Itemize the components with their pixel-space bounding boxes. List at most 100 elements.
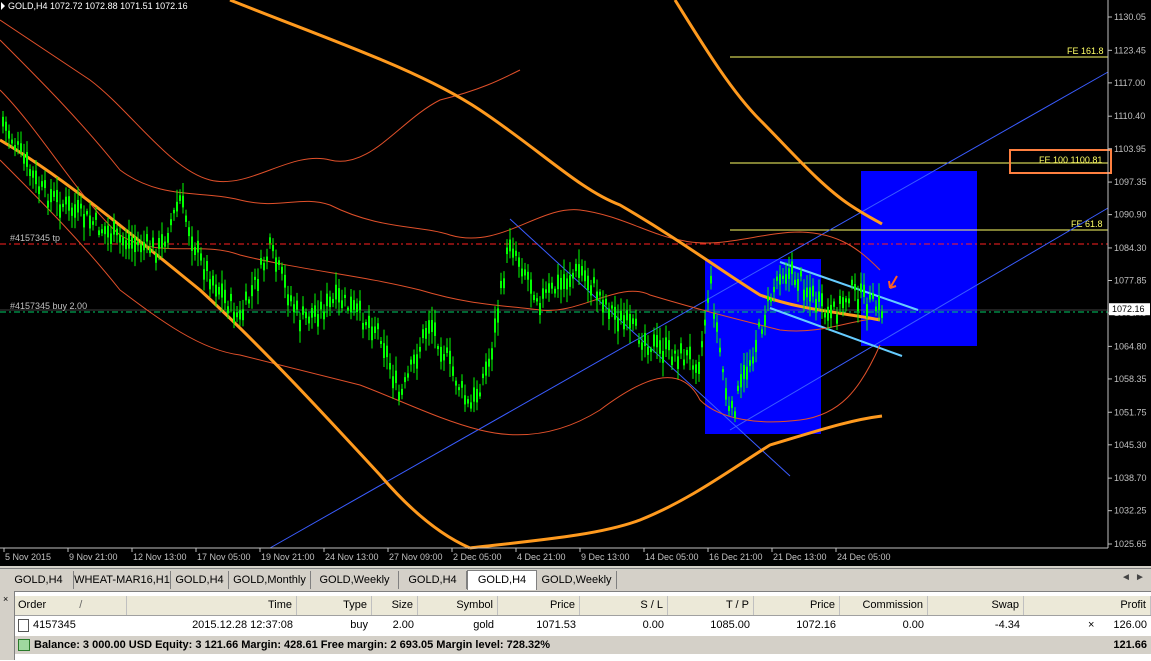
order-sl[interactable]: 0.00 [580,616,668,635]
order-close-icon[interactable]: × [1088,616,1094,635]
col-symbol[interactable]: Symbol [418,596,498,615]
tab-5[interactable]: GOLD,H4 [399,571,467,589]
scroll-right-icon[interactable]: ► [1133,572,1147,583]
candle-body [440,346,442,362]
candle-body [227,306,229,314]
candle-body [26,152,28,167]
col-tp[interactable]: T / P [668,596,754,615]
candle-body [266,256,268,262]
candle-body [446,347,448,353]
tab-3[interactable]: GOLD,Monthly [229,571,311,589]
candle-body [821,293,823,307]
price-chart[interactable]: FE 161.8 FE 61.8 FE 100 1100.81 #4157345 tp… [0,0,1151,566]
candle-body [173,209,175,214]
candle-body [680,343,682,354]
candle-body [335,284,337,300]
candle-body [110,233,112,245]
candle-body [782,275,784,279]
candle-body [755,339,757,353]
chart-canvas[interactable]: FE 161.8FE 61.8FE 100 1100.81#4157345 tp… [0,0,1151,566]
candle-body [509,239,511,252]
price-tick-label: 1077.85 [1114,276,1147,286]
candle-body [236,312,238,318]
candle-body [116,228,118,236]
col-type[interactable]: Type [297,596,372,615]
candle-body [290,295,292,302]
candle-body [233,312,235,323]
candle-body [593,277,595,284]
col-price2[interactable]: Price [754,596,840,615]
col-commission[interactable]: Commission [840,596,928,615]
col-swap[interactable]: Swap [928,596,1024,615]
candle-body [638,340,640,344]
candle-body [395,370,397,384]
order-id: 4157345 [33,619,76,631]
candle-body [434,322,436,336]
candle-body [530,279,532,294]
tab-4[interactable]: GOLD,Weekly [311,571,399,589]
col-size[interactable]: Size [372,596,418,615]
candle-body [563,274,565,289]
candle-body [527,271,529,280]
tab-1[interactable]: WHEAT-MAR16,H1 [74,571,171,589]
close-terminal-icon[interactable]: × [3,594,8,604]
band-outer [0,19,521,183]
candle-body [425,327,427,339]
tab-2[interactable]: GOLD,H4 [171,571,229,589]
candle-body [620,310,622,320]
col-time[interactable]: Time [127,596,297,615]
candle-body [194,247,196,256]
col-sl[interactable]: S / L [580,596,668,615]
candle-body [602,299,604,313]
candle-body [329,296,331,308]
candle-body [287,294,289,306]
candle-body [455,380,457,386]
candle-body [314,305,316,317]
candle-body [815,298,817,312]
candle-body [137,241,139,246]
price-tick-label: 1090.90 [1114,210,1147,220]
candle-body [392,376,394,389]
candle-body [146,234,148,242]
candle-body [806,287,808,298]
tab-scroll-buttons[interactable]: ◄ ► [1119,572,1147,583]
candle-body [245,291,247,301]
price-tick-label: 1117.00 [1114,78,1145,88]
candle-body [5,121,7,131]
candle-body [218,286,220,295]
candle-body [338,288,340,303]
time-tick-label: 2 Dec 05:00 [453,552,502,562]
candle-body [71,207,73,216]
order-commission: 0.00 [902,619,924,631]
candle-body [197,240,199,253]
col-price[interactable]: Price [498,596,580,615]
candle-body [515,250,517,256]
col-profit[interactable]: Profit [1024,596,1151,615]
terminal-side-strip[interactable]: × [0,591,15,660]
candle-body [212,275,214,286]
candle-body [125,240,127,250]
candle-body [572,272,574,279]
candle-body [398,391,400,401]
candle-body [323,311,325,320]
candle-body [464,395,466,405]
candle-body [809,287,811,302]
order-tp[interactable]: 1085.00 [668,616,754,635]
candle-body [773,286,775,293]
candle-body [449,350,451,364]
tab-6[interactable]: GOLD,H4 [467,570,537,590]
candle-body [2,116,4,127]
col-order[interactable]: Order / [14,596,127,615]
tab-0[interactable]: GOLD,H4 [4,571,74,589]
candle-body [176,201,178,212]
time-tick-label: 24 Nov 13:00 [325,552,379,562]
candle-body [776,276,778,281]
order-row[interactable]: 4157345 2015.12.28 12:37:08 buy 2.00 gol… [14,616,1151,635]
candle-body [731,400,733,408]
tab-7[interactable]: GOLD,Weekly [537,571,617,589]
scroll-left-icon[interactable]: ◄ [1119,572,1133,583]
candle-body [746,366,748,380]
candle-body [401,388,403,395]
candle-body [749,360,751,366]
candle-body [824,312,826,318]
